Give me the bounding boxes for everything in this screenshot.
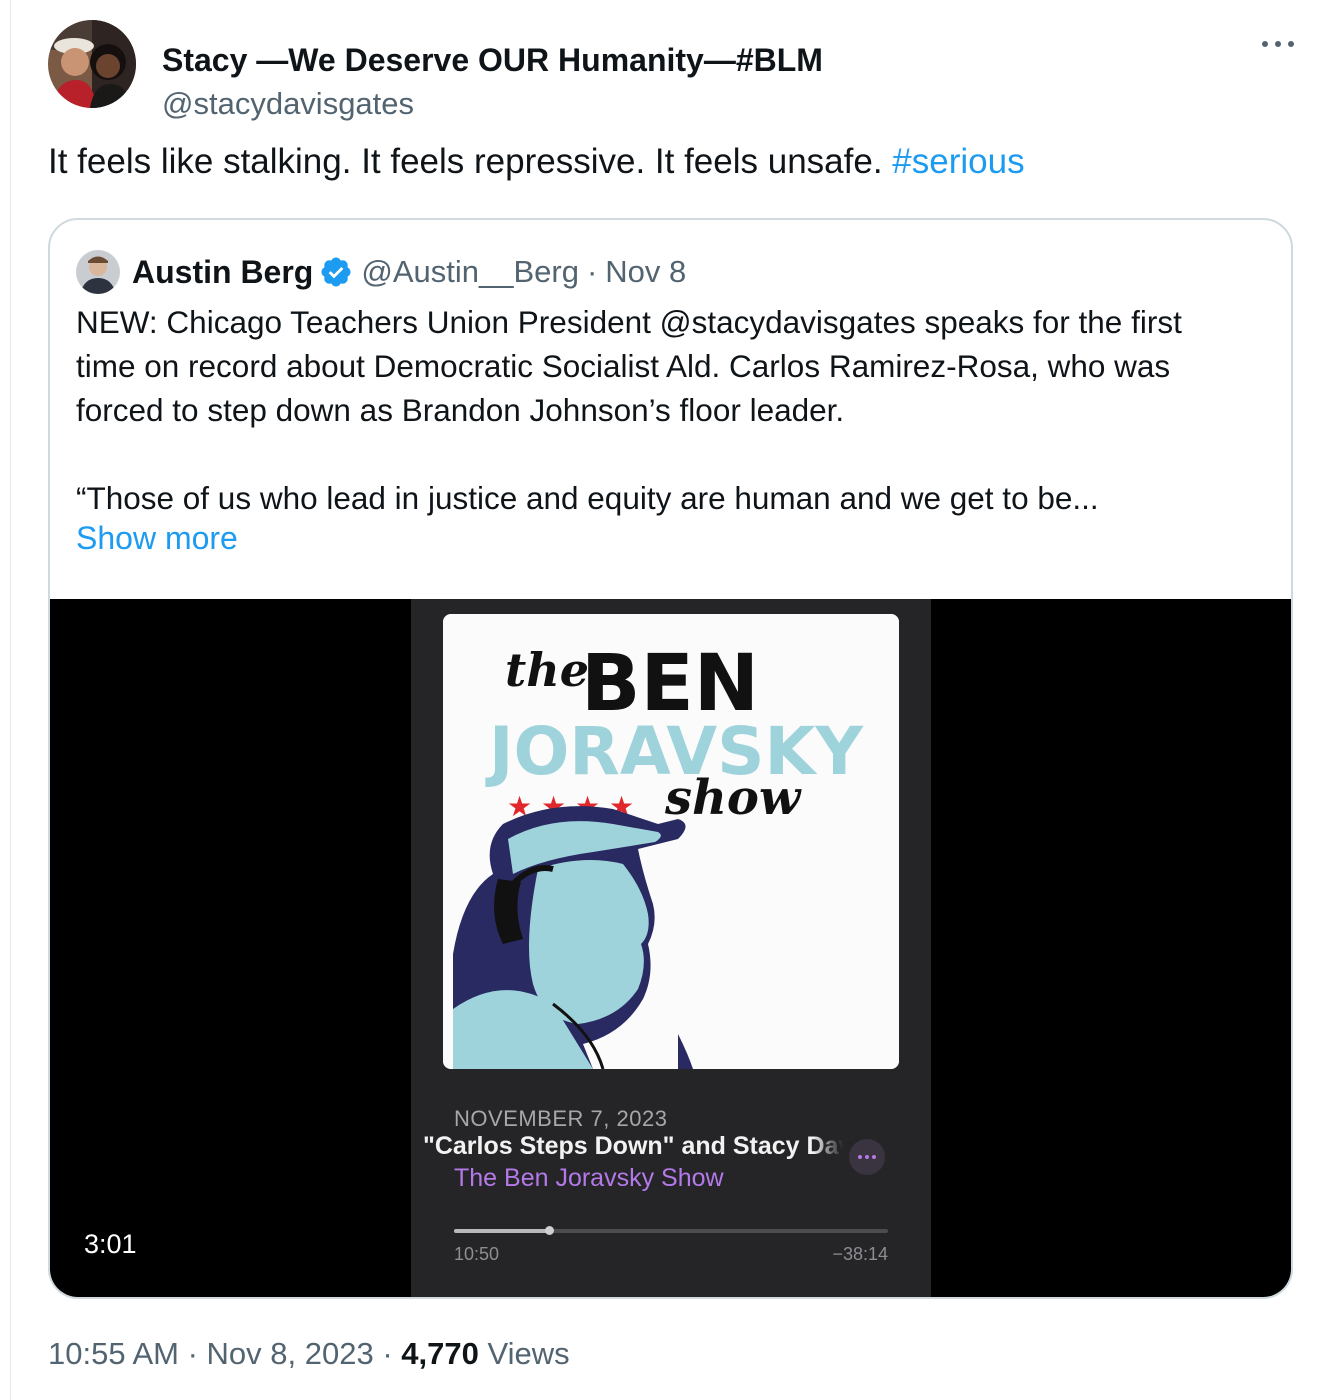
quoted-tweet-text: NEW: Chicago Teachers Union President @s… (76, 300, 1276, 520)
video-duration: 3:01 (84, 1229, 137, 1259)
tweet-date[interactable]: Nov 8, 2023 (207, 1336, 374, 1371)
progress-fill (454, 1229, 550, 1233)
dot-icon (858, 1155, 862, 1159)
tweet-header: Stacy —We Deserve OUR Humanity—#BLM @sta… (48, 20, 1298, 121)
quoted-tweet-header: Austin Berg @Austin__Berg · Nov 8 (76, 250, 686, 294)
progress-knob (545, 1226, 555, 1235)
more-options-icon[interactable] (1258, 32, 1298, 56)
quoted-text-line: time on record about Democratic Socialis… (76, 348, 1171, 384)
quoted-author-avatar[interactable] (76, 250, 120, 294)
episode-more-icon (849, 1139, 885, 1175)
author-name[interactable]: Stacy —We Deserve OUR Humanity—#BLM (162, 42, 823, 79)
hashtag-link[interactable]: #serious (892, 142, 1024, 181)
views-label: Views (478, 1336, 570, 1371)
quoted-text-line: “Those of us who lead in justice and equ… (76, 480, 1099, 516)
dot-icon (1288, 41, 1294, 47)
quoted-text-line: NEW: Chicago Teachers Union President @s… (76, 304, 1182, 340)
quoted-tweet-card[interactable]: Austin Berg @Austin__Berg · Nov 8 NEW: C… (48, 218, 1293, 1299)
quoted-text-line: forced to step down as Brandon Johnson’s… (76, 392, 845, 428)
remaining-time: −38:14 (832, 1244, 888, 1264)
tweet-metadata: 10:55 AM · Nov 8, 2023 · 4,770 Views (48, 1336, 570, 1372)
video-player[interactable]: the BEN JORAVSKY ★ ★ ★ ★ show (50, 599, 1291, 1297)
episode-progress-bar (454, 1226, 888, 1235)
elapsed-time: 10:50 (454, 1244, 500, 1264)
views-count: 4,770 (401, 1336, 479, 1371)
podcast-show-name: The Ben Joravsky Show (454, 1164, 724, 1192)
dot-icon (872, 1155, 876, 1159)
tweet-time[interactable]: 10:55 AM (48, 1336, 179, 1371)
separator-dot: · (373, 1336, 402, 1371)
quoted-tweet-date[interactable]: Nov 8 (605, 254, 686, 290)
author-handle[interactable]: @stacydavisgates (162, 86, 414, 122)
separator-dot: · (586, 254, 598, 289)
art-word-show: show (664, 770, 802, 826)
quoted-author-handle[interactable]: @Austin__Berg (361, 254, 579, 290)
dot-icon (1262, 41, 1268, 47)
verified-badge-icon (321, 257, 351, 287)
tweet-body: It feels like stalking. It feels repress… (48, 142, 893, 181)
episode-title: "Carlos Steps Down" and Stacy Davis Gate… (423, 1132, 843, 1161)
timeline-divider (10, 0, 11, 1400)
dot-icon (865, 1155, 869, 1159)
show-more-link[interactable]: Show more (76, 520, 238, 557)
author-avatar[interactable] (48, 20, 136, 108)
podcast-player-screen: the BEN JORAVSKY ★ ★ ★ ★ show (411, 599, 931, 1297)
tweet-text: It feels like stalking. It feels repress… (48, 142, 1025, 182)
episode-date: NOVEMBER 7, 2023 (454, 1106, 668, 1131)
quoted-author-name[interactable]: Austin Berg (132, 254, 313, 291)
separator-dot: · (178, 1336, 207, 1371)
podcast-cover-art: the BEN JORAVSKY ★ ★ ★ ★ show (443, 614, 899, 1069)
dot-icon (1275, 41, 1281, 47)
art-word-the: the (505, 643, 589, 697)
